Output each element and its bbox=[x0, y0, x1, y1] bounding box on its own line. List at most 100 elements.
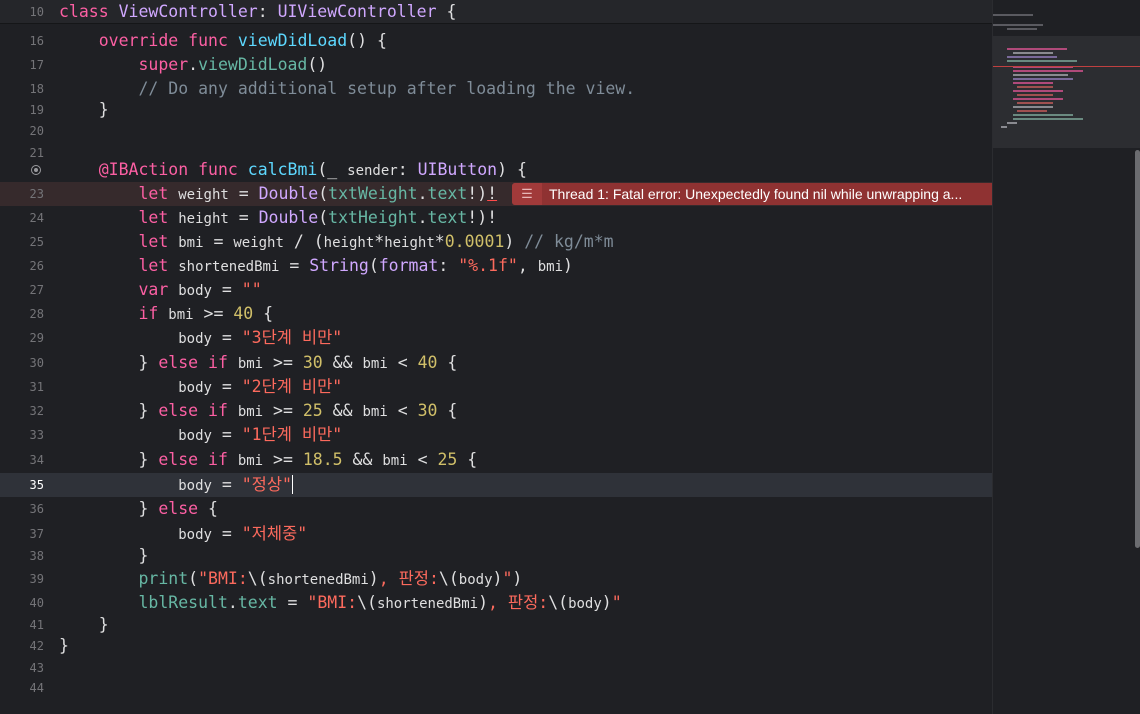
line-number[interactable]: 31 bbox=[0, 375, 44, 399]
line-number[interactable]: 23 bbox=[0, 182, 44, 206]
code-line[interactable]: 16 override func viewDidLoad() { bbox=[0, 29, 992, 53]
code-text: } bbox=[59, 636, 69, 655]
line-number[interactable]: 10 bbox=[0, 0, 44, 24]
code-line[interactable]: 39 print("BMI:\(shortenedBmi), 판정:\(body… bbox=[0, 567, 992, 591]
minimap-line bbox=[993, 14, 1033, 16]
line-number[interactable]: 32 bbox=[0, 399, 44, 423]
code-line[interactable]: 34 } else if bmi >= 18.5 && bmi < 25 { bbox=[0, 448, 992, 472]
line-number[interactable]: 39 bbox=[0, 567, 44, 591]
line-number[interactable]: 34 bbox=[0, 448, 44, 472]
code-text: super.viewDidLoad() bbox=[138, 55, 328, 74]
code-text: } else if bmi >= 18.5 && bmi < 25 { bbox=[59, 450, 478, 469]
code-text: print("BMI:\(shortenedBmi), 판정:\(body)") bbox=[138, 569, 523, 588]
minimap-line bbox=[1007, 122, 1017, 124]
code-line[interactable]: 31 body = "2단계 비만" bbox=[0, 375, 992, 399]
code-text: body = "1단계 비만" bbox=[178, 425, 343, 444]
ibaction-connection-icon[interactable] bbox=[31, 165, 41, 175]
code-line[interactable]: 36 } else { bbox=[0, 497, 992, 521]
code-text: let height = Double(txtHeight.text!)! bbox=[138, 208, 498, 227]
line-number[interactable]: 40 bbox=[0, 591, 44, 615]
line-number[interactable]: 30 bbox=[0, 351, 44, 375]
code-line[interactable]: 35 body = "정상" bbox=[0, 473, 992, 497]
code-line[interactable]: 25 let bmi = weight / (height*height*0.0… bbox=[0, 230, 992, 254]
minimap-line bbox=[1013, 70, 1083, 72]
code-text: } else if bmi >= 25 && bmi < 30 { bbox=[59, 401, 458, 420]
code-line[interactable]: 40 lblResult.text = "BMI:\(shortenedBmi)… bbox=[0, 591, 992, 615]
minimap-error-marker bbox=[993, 66, 1140, 67]
minimap-line bbox=[1007, 48, 1067, 50]
code-line[interactable]: 17 super.viewDidLoad() bbox=[0, 53, 992, 77]
line-number[interactable]: 27 bbox=[0, 278, 44, 302]
code-line[interactable]: 28 if bmi >= 40 { bbox=[0, 302, 992, 326]
line-number[interactable]: 28 bbox=[0, 302, 44, 326]
code-text: } bbox=[59, 546, 149, 565]
minimap-line bbox=[1013, 90, 1063, 92]
code-text: let shortenedBmi = String(format: "%.1f"… bbox=[138, 256, 573, 275]
minimap-line bbox=[1007, 60, 1077, 62]
code-text: class ViewController: UIViewController { bbox=[59, 2, 457, 21]
minimap-line bbox=[1013, 98, 1063, 100]
minimap[interactable] bbox=[992, 0, 1140, 714]
code-text: let weight = Double(txtWeight.text!)! bbox=[138, 184, 498, 203]
line-number[interactable]: 26 bbox=[0, 254, 44, 278]
minimap-line bbox=[1001, 126, 1007, 128]
code-text: if bmi >= 40 { bbox=[138, 304, 274, 323]
line-number[interactable]: 25 bbox=[0, 230, 44, 254]
line-number[interactable]: 36 bbox=[0, 497, 44, 521]
minimap-line bbox=[1007, 28, 1037, 30]
code-line[interactable]: 42} bbox=[0, 634, 992, 658]
code-line[interactable]: 29 body = "3단계 비만" bbox=[0, 326, 992, 350]
runtime-error-banner[interactable]: ☰ Thread 1: Fatal error: Unexpectedly fo… bbox=[512, 183, 992, 205]
minimap-line bbox=[1013, 106, 1053, 108]
code-text: } else if bmi >= 30 && bmi < 40 { bbox=[59, 353, 458, 372]
code-line[interactable]: 27 var body = "" bbox=[0, 278, 992, 302]
code-line[interactable]: 10 class ViewController: UIViewController… bbox=[0, 0, 992, 24]
line-number[interactable]: 33 bbox=[0, 423, 44, 447]
code-line[interactable]: @IBAction func calcBmi(_ sender: UIButto… bbox=[0, 158, 992, 182]
minimap-line bbox=[1017, 110, 1047, 112]
code-line[interactable]: 37 body = "저체중" bbox=[0, 522, 992, 546]
code-line[interactable]: 30 } else if bmi >= 30 && bmi < 40 { bbox=[0, 351, 992, 375]
code-text: body = "3단계 비만" bbox=[178, 328, 343, 347]
line-number[interactable]: 24 bbox=[0, 206, 44, 230]
code-line[interactable]: 44 bbox=[0, 676, 992, 700]
code-line[interactable]: 38 } bbox=[0, 544, 992, 568]
minimap-line bbox=[1013, 74, 1068, 76]
code-text: var body = "" bbox=[138, 280, 262, 299]
code-text: } else { bbox=[59, 499, 218, 518]
minimap-line bbox=[1017, 86, 1053, 88]
line-number[interactable]: 42 bbox=[0, 634, 44, 658]
minimap-line bbox=[1013, 78, 1073, 80]
vertical-scrollbar[interactable] bbox=[1135, 150, 1140, 548]
line-number[interactable]: 37 bbox=[0, 522, 44, 546]
error-lines-icon: ☰ bbox=[512, 183, 542, 205]
code-line[interactable]: 20 bbox=[0, 119, 992, 143]
minimap-line bbox=[993, 24, 1043, 26]
code-editor[interactable]: 10 class ViewController: UIViewController… bbox=[0, 0, 1140, 714]
minimap-line bbox=[1013, 52, 1053, 54]
line-number[interactable]: 17 bbox=[0, 53, 44, 77]
code-line[interactable]: 24 let height = Double(txtHeight.text!)! bbox=[0, 206, 992, 230]
minimap-line bbox=[1013, 118, 1083, 120]
line-number[interactable]: 35 bbox=[0, 473, 44, 497]
line-number[interactable]: 16 bbox=[0, 29, 44, 53]
line-number[interactable]: 29 bbox=[0, 326, 44, 350]
minimap-line bbox=[1007, 56, 1057, 58]
minimap-line bbox=[1017, 94, 1053, 96]
minimap-line bbox=[1017, 102, 1053, 104]
code-text: @IBAction func calcBmi(_ sender: UIButto… bbox=[98, 160, 527, 179]
line-number[interactable]: 38 bbox=[0, 544, 44, 568]
minimap-line bbox=[1013, 82, 1053, 84]
code-area[interactable]: 10 class ViewController: UIViewController… bbox=[0, 0, 992, 714]
code-line[interactable]: 33 body = "1단계 비만" bbox=[0, 423, 992, 447]
code-line[interactable]: 32 } else if bmi >= 25 && bmi < 30 { bbox=[0, 399, 992, 423]
code-text: body = "2단계 비만" bbox=[178, 377, 343, 396]
line-number[interactable]: 20 bbox=[0, 119, 44, 143]
minimap-line bbox=[1013, 114, 1073, 116]
code-line[interactable]: 26 let shortenedBmi = String(format: "%.… bbox=[0, 254, 992, 278]
code-text: override func viewDidLoad() { bbox=[98, 31, 387, 50]
code-text: body = "정상" bbox=[178, 475, 293, 494]
code-text: let bmi = weight / (height*height*0.0001… bbox=[138, 232, 614, 251]
line-number[interactable]: 44 bbox=[0, 676, 44, 700]
error-message: Thread 1: Fatal error: Unexpectedly foun… bbox=[549, 186, 963, 202]
